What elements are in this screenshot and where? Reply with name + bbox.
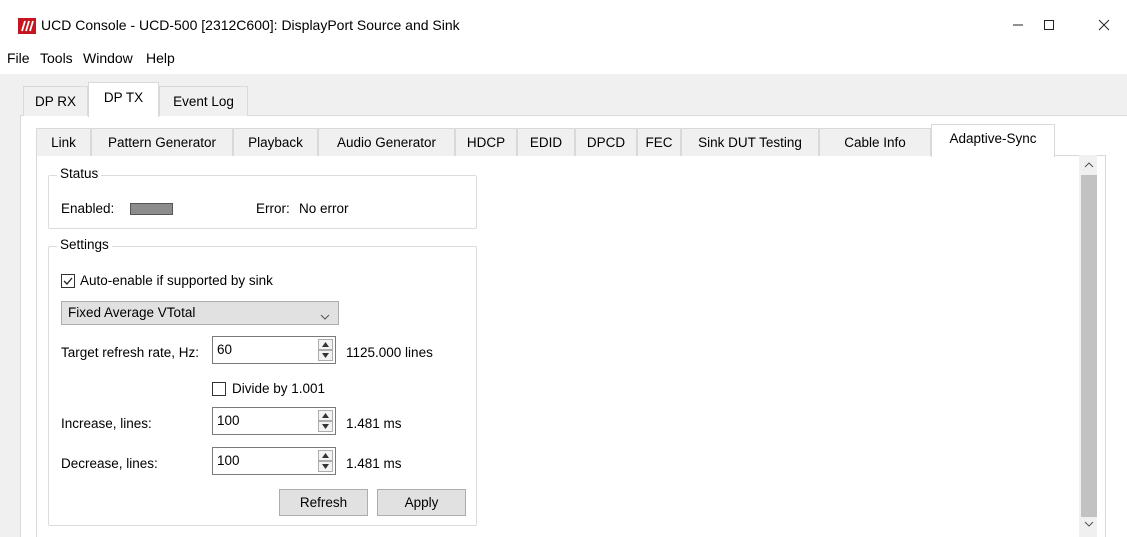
- tab-event-log[interactable]: Event Log: [159, 86, 248, 116]
- tab-playback[interactable]: Playback: [233, 128, 318, 156]
- window-title: UCD Console - UCD-500 [2312C600]: Displa…: [41, 17, 460, 33]
- top-tabs: DP RX DP TX Event Log: [0, 74, 1127, 117]
- error-label: Error:: [256, 201, 290, 216]
- stepper-up-icon[interactable]: [318, 410, 333, 421]
- tab-sink-dut-testing[interactable]: Sink DUT Testing: [681, 128, 819, 156]
- tab-pattern-generator[interactable]: Pattern Generator: [91, 128, 233, 156]
- menu-help[interactable]: Help: [146, 50, 175, 66]
- chevron-down-icon: [320, 308, 330, 323]
- menu-tools[interactable]: Tools: [40, 50, 73, 66]
- increase-label: Increase, lines:: [61, 416, 152, 431]
- scroll-down-icon[interactable]: [1083, 518, 1095, 530]
- stepper-down-icon[interactable]: [318, 421, 333, 432]
- target-refresh-info: 1125.000 lines: [346, 345, 433, 360]
- tab-adaptive-sync[interactable]: Adaptive-Sync: [931, 124, 1055, 157]
- maximize-icon[interactable]: [1026, 10, 1072, 40]
- tab-hdcp[interactable]: HDCP: [455, 128, 517, 156]
- decrease-stepper[interactable]: 100: [212, 447, 336, 475]
- decrease-label: Decrease, lines:: [61, 456, 158, 471]
- error-value: No error: [299, 201, 349, 216]
- stepper-down-icon[interactable]: [318, 350, 333, 361]
- close-icon[interactable]: [1081, 10, 1127, 40]
- apply-button[interactable]: Apply: [377, 489, 466, 516]
- stepper-up-icon[interactable]: [318, 450, 333, 461]
- settings-group-label: Settings: [57, 237, 112, 252]
- target-refresh-value: 60: [217, 342, 233, 357]
- increase-info: 1.481 ms: [346, 416, 402, 431]
- menu-window[interactable]: Window: [83, 50, 133, 66]
- mode-select[interactable]: Fixed Average VTotal: [61, 301, 339, 325]
- auto-enable-checkbox[interactable]: [61, 274, 75, 288]
- tab-link[interactable]: Link: [36, 128, 91, 156]
- status-group-label: Status: [57, 166, 102, 181]
- tab-fec[interactable]: FEC: [637, 128, 681, 156]
- tab-dp-tx[interactable]: DP TX: [88, 82, 159, 117]
- menu-file[interactable]: File: [7, 50, 30, 66]
- mode-select-value: Fixed Average VTotal: [68, 305, 196, 320]
- decrease-info: 1.481 ms: [346, 456, 402, 471]
- settings-group: Settings Auto-enable if supported by sin…: [48, 237, 477, 526]
- ucd-logo-icon: [18, 18, 36, 34]
- adaptive-sync-panel: Status Enabled: Error: No error Settings…: [36, 155, 1106, 537]
- enabled-label: Enabled:: [61, 201, 115, 216]
- tab-audio-generator[interactable]: Audio Generator: [318, 128, 455, 156]
- vertical-scrollbar[interactable]: [1079, 155, 1097, 537]
- stepper-up-icon[interactable]: [318, 339, 333, 350]
- divide-checkbox[interactable]: [212, 382, 226, 396]
- tab-dp-rx[interactable]: DP RX: [23, 86, 88, 116]
- scrollbar-thumb[interactable]: [1081, 175, 1097, 517]
- increase-stepper[interactable]: 100: [212, 407, 336, 435]
- enabled-indicator: [130, 203, 173, 215]
- divide-label[interactable]: Divide by 1.001: [232, 381, 325, 396]
- target-refresh-label: Target refresh rate, Hz:: [61, 345, 200, 360]
- status-group: Status Enabled: Error: No error: [48, 166, 477, 229]
- title-bar: UCD Console - UCD-500 [2312C600]: Displa…: [0, 0, 1127, 46]
- refresh-button[interactable]: Refresh: [279, 489, 368, 516]
- stepper-down-icon[interactable]: [318, 461, 333, 472]
- tab-dpcd[interactable]: DPCD: [575, 128, 637, 156]
- target-refresh-stepper[interactable]: 60: [212, 336, 336, 364]
- menu-bar: File Tools Window Help: [0, 46, 1127, 74]
- scroll-up-icon[interactable]: [1083, 159, 1095, 171]
- tab-cable-info[interactable]: Cable Info: [819, 128, 931, 156]
- decrease-value: 100: [217, 453, 240, 468]
- tab-edid[interactable]: EDID: [517, 128, 575, 156]
- auto-enable-label[interactable]: Auto-enable if supported by sink: [80, 273, 273, 288]
- increase-value: 100: [217, 413, 240, 428]
